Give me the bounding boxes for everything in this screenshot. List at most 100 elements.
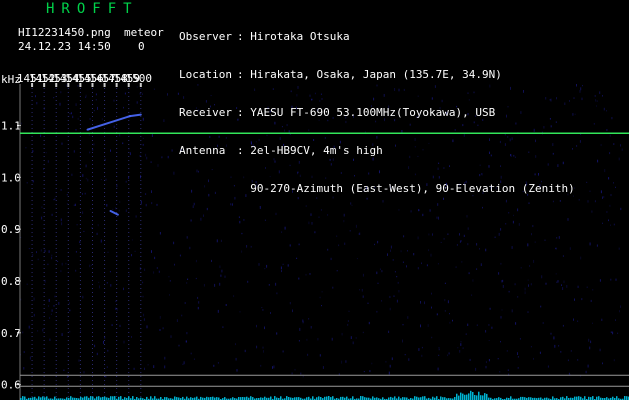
activity-bar xyxy=(476,395,478,400)
noise-speck xyxy=(488,165,490,168)
noise-speck xyxy=(504,143,506,146)
noise-speck xyxy=(69,113,71,115)
noise-speck xyxy=(176,319,178,322)
noise-speck xyxy=(340,172,342,174)
activity-bar xyxy=(598,396,600,400)
noise-speck xyxy=(539,184,541,187)
noise-speck xyxy=(48,250,50,253)
noise-speck xyxy=(540,305,542,308)
noise-speck xyxy=(264,326,265,330)
noise-speck xyxy=(82,174,84,177)
activity-bar xyxy=(196,396,198,400)
noise-speck xyxy=(414,173,416,176)
noise-speck xyxy=(456,105,458,108)
noise-speck xyxy=(83,371,85,374)
noise-speck xyxy=(260,364,262,367)
noise-speck xyxy=(298,277,300,280)
noise-speck xyxy=(262,309,264,311)
noise-speck xyxy=(587,200,589,203)
noise-speck xyxy=(489,307,491,310)
y-tick-label: 1.1 xyxy=(1,119,21,132)
noise-speck xyxy=(559,200,561,202)
noise-speck xyxy=(541,180,542,183)
noise-speck xyxy=(467,323,469,326)
noise-speck xyxy=(145,203,147,207)
noise-speck xyxy=(191,189,193,193)
noise-speck xyxy=(550,98,552,102)
noise-speck xyxy=(298,161,300,164)
noise-speck xyxy=(594,95,596,97)
noise-speck xyxy=(296,113,298,115)
activity-bar xyxy=(458,395,460,400)
noise-speck xyxy=(568,372,570,375)
noise-speck xyxy=(371,362,373,365)
noise-speck xyxy=(544,239,546,241)
noise-speck xyxy=(125,180,127,183)
noise-speck xyxy=(416,116,418,118)
noise-speck xyxy=(514,156,516,158)
activity-bar xyxy=(110,396,112,400)
noise-speck xyxy=(28,248,30,250)
noise-speck xyxy=(507,106,509,108)
noise-speck xyxy=(376,135,378,139)
noise-speck xyxy=(448,352,450,355)
noise-speck xyxy=(500,180,502,183)
noise-speck xyxy=(247,280,249,283)
noise-speck xyxy=(311,98,313,101)
noise-speck xyxy=(217,362,219,364)
noise-speck xyxy=(617,332,619,334)
activity-bar xyxy=(328,396,330,400)
noise-speck xyxy=(35,95,36,98)
noise-speck xyxy=(351,204,353,206)
noise-speck xyxy=(609,152,611,155)
noise-speck xyxy=(309,94,311,97)
noise-speck xyxy=(283,143,284,146)
activity-bar xyxy=(468,393,470,400)
noise-speck xyxy=(374,186,376,189)
noise-speck xyxy=(49,338,51,341)
noise-speck xyxy=(350,336,352,339)
noise-speck xyxy=(205,100,207,103)
noise-speck xyxy=(613,143,615,145)
noise-speck xyxy=(481,173,483,176)
noise-speck xyxy=(374,243,375,246)
noise-speck xyxy=(82,211,84,214)
noise-speck xyxy=(300,372,302,375)
noise-speck xyxy=(220,239,222,242)
noise-speck xyxy=(609,204,611,207)
noise-speck xyxy=(398,290,400,293)
noise-speck xyxy=(331,337,333,341)
noise-speck xyxy=(359,289,361,291)
noise-speck xyxy=(136,86,138,88)
noise-speck xyxy=(610,331,612,333)
activity-bar xyxy=(422,396,424,400)
activity-bar xyxy=(286,396,288,400)
noise-speck xyxy=(372,143,374,146)
noise-speck xyxy=(500,228,502,231)
activity-bar xyxy=(274,396,276,400)
noise-speck xyxy=(57,260,59,262)
noise-speck xyxy=(275,282,277,286)
noise-speck xyxy=(621,148,623,151)
noise-speck xyxy=(203,214,204,217)
noise-speck xyxy=(94,344,96,348)
noise-speck xyxy=(459,240,461,243)
noise-speck xyxy=(164,365,166,369)
activity-bar xyxy=(46,396,48,400)
noise-speck xyxy=(387,253,388,256)
noise-speck xyxy=(495,187,497,190)
noise-speck xyxy=(75,103,77,106)
noise-speck xyxy=(318,216,320,218)
noise-speck xyxy=(45,151,47,154)
noise-speck xyxy=(185,340,187,342)
noise-speck xyxy=(104,337,106,339)
noise-speck xyxy=(438,176,440,179)
noise-speck xyxy=(376,310,378,313)
noise-speck xyxy=(78,359,80,362)
noise-speck xyxy=(444,310,446,312)
noise-speck xyxy=(547,365,549,368)
noise-speck xyxy=(414,138,416,141)
noise-speck xyxy=(93,143,95,146)
noise-speck xyxy=(219,265,221,268)
noise-speck xyxy=(485,365,487,369)
